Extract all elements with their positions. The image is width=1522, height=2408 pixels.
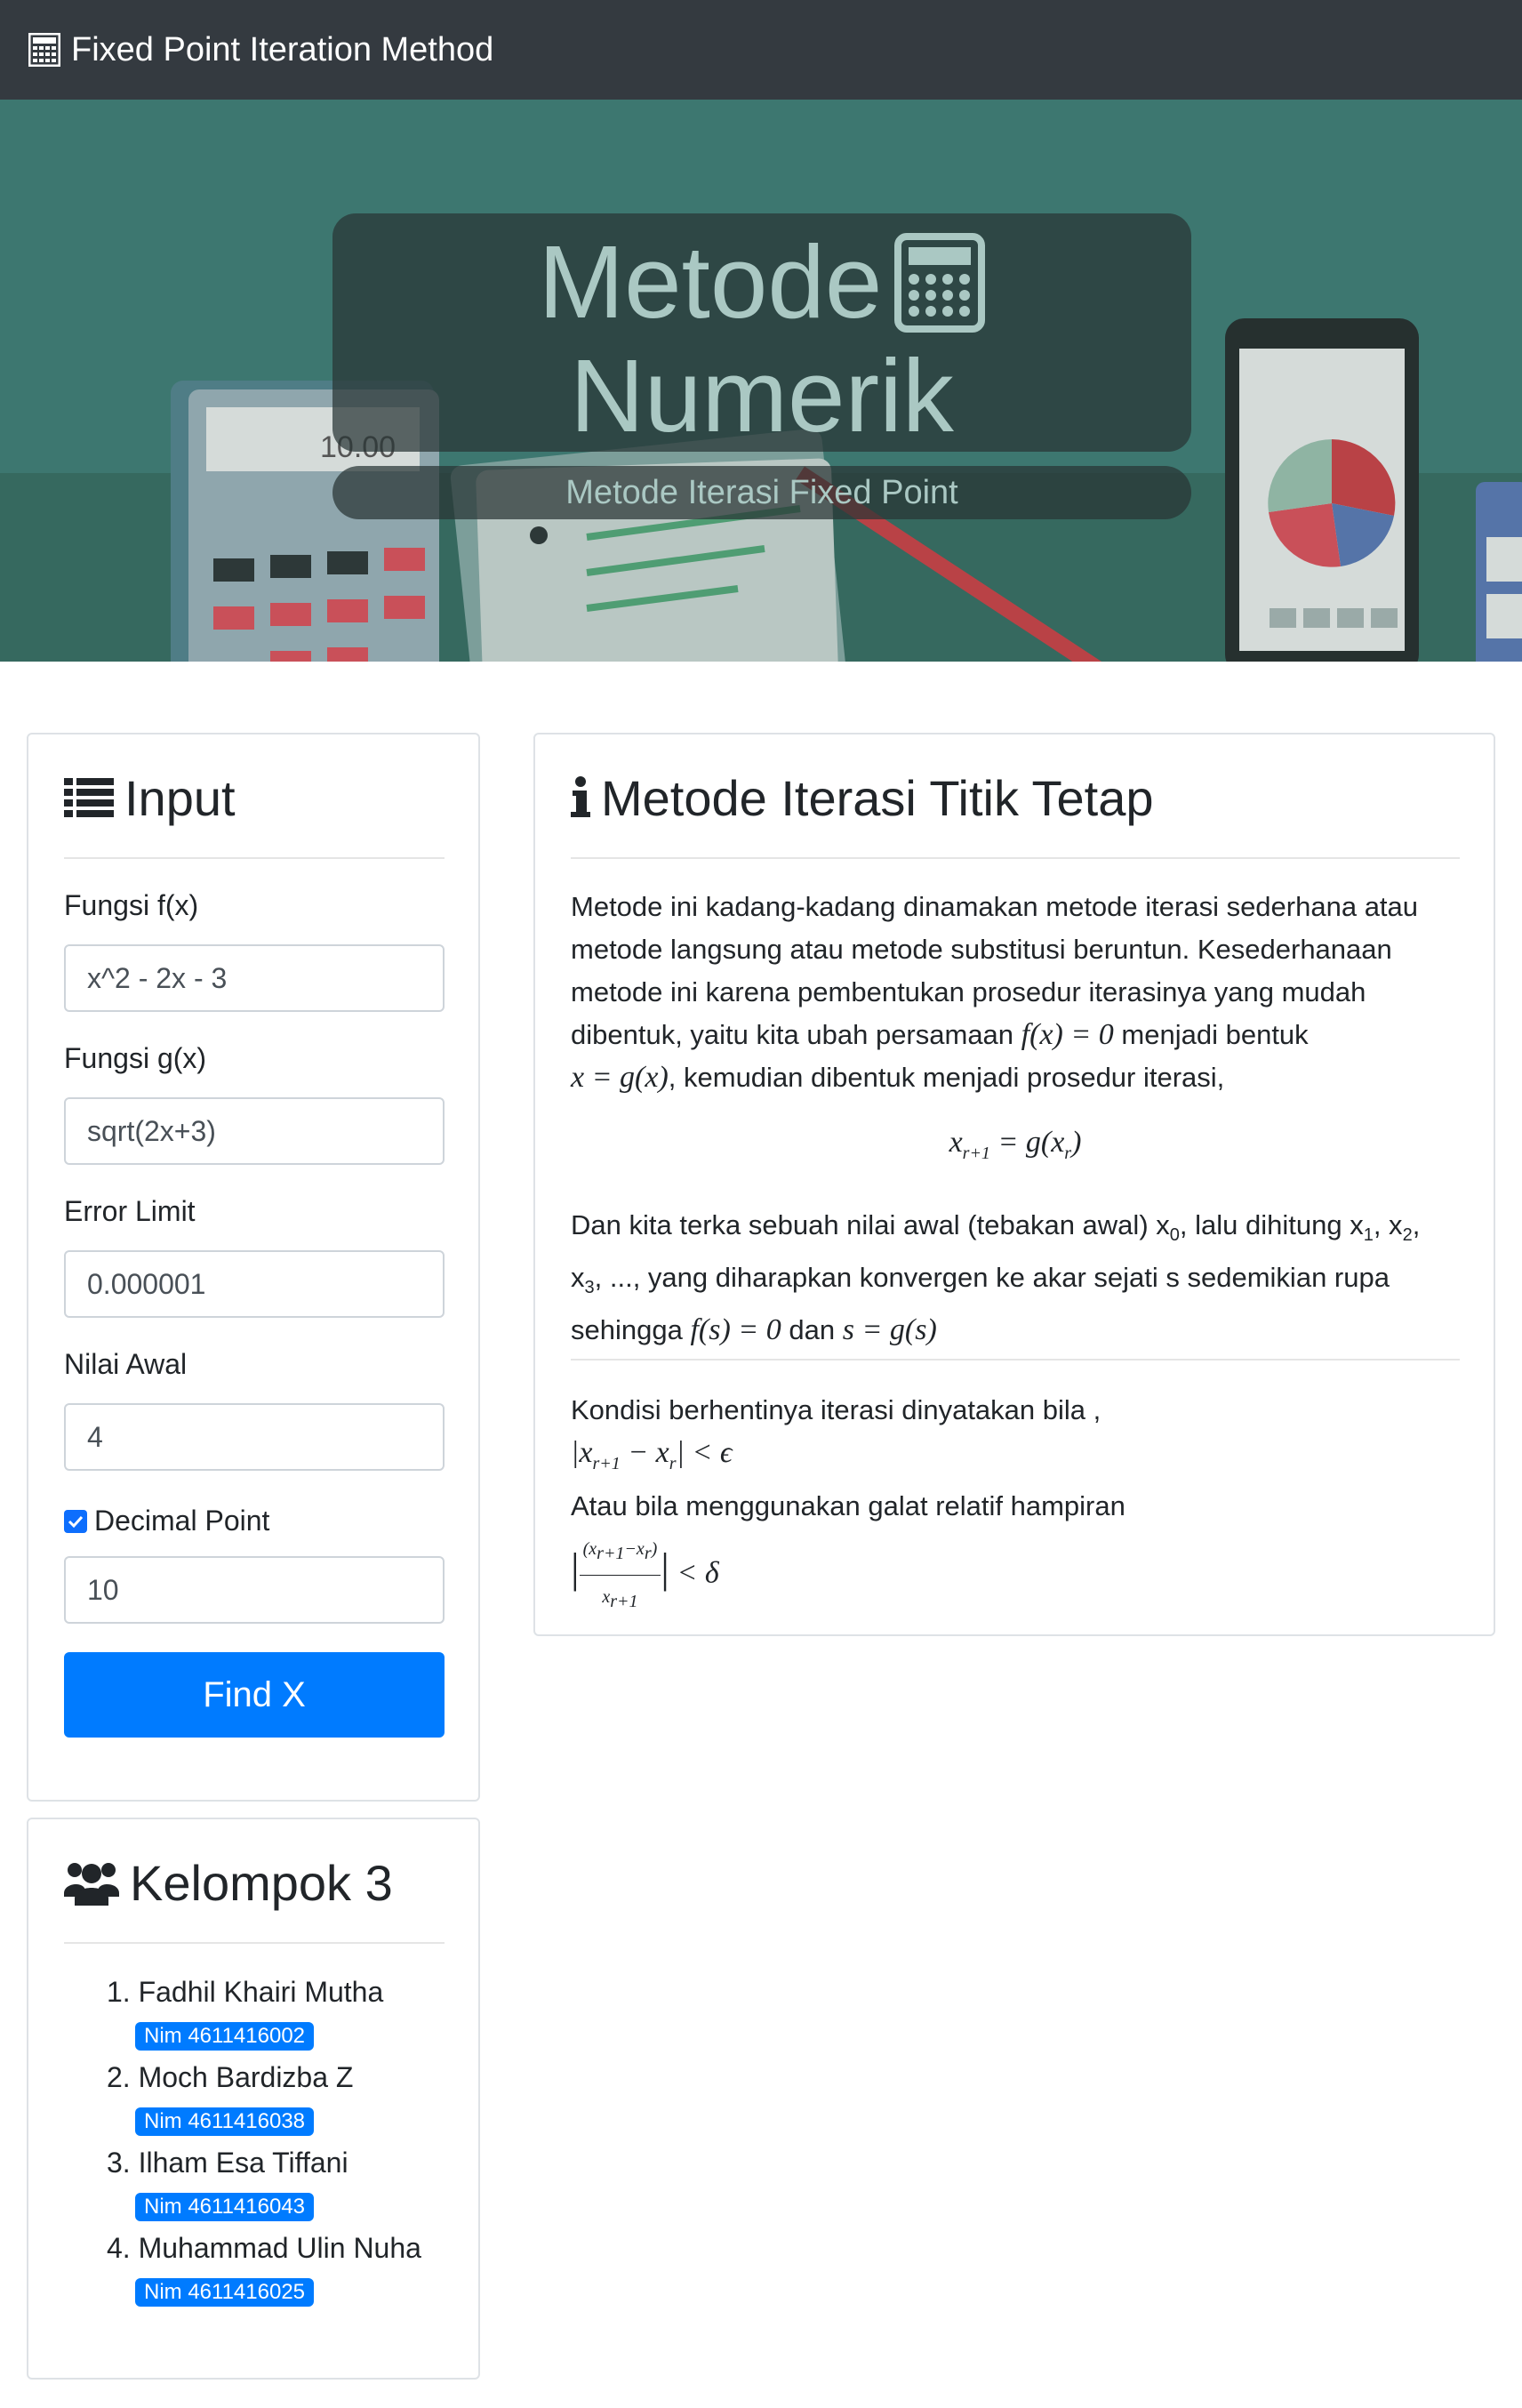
hero-title: Metode: [332, 224, 1191, 340]
nim-badge: Nim 4611416043: [135, 2193, 315, 2221]
text: sehingga: [571, 1314, 683, 1346]
hero-title-box: Metode Numerik: [332, 213, 1191, 454]
divider: [571, 1359, 1460, 1361]
calculator-icon: [894, 233, 986, 333]
divider: [64, 1942, 445, 1944]
fx-label: Fungsi f(x): [64, 889, 199, 921]
relative-error-formula: | (xr+1−xr) xr+1 | < δ: [571, 1528, 1460, 1623]
text: dan: [789, 1314, 836, 1346]
decimal-point-checkbox[interactable]: [64, 1509, 87, 1533]
list-icon: [64, 778, 114, 817]
text: dibentuk, yaitu kita ubah persamaan: [571, 1019, 1014, 1050]
team-card: Kelompok 3 1. Fadhil Khairi Mutha Nim 46…: [27, 1818, 480, 2380]
initial-guess-paragraph: Dan kita terka sebuah nilai awal (tebaka…: [571, 1204, 1460, 1352]
description-line: x3, ..., yang diharapkan konvergen ke ak…: [571, 1262, 1390, 1298]
info-title-text: Metode Iterasi Titik Tetap: [601, 769, 1154, 826]
nim-badge: Nim 4611416038: [135, 2107, 315, 2136]
info-card: Metode Iterasi Titik Tetap Metode ini ka…: [533, 733, 1495, 1636]
gx-input[interactable]: sqrt(2x+3): [64, 1097, 445, 1165]
fx-input[interactable]: x^2 - 2x - 3: [64, 944, 445, 1012]
description-line: metode langsung atau metode substitusi b…: [571, 934, 1392, 965]
team-title-text: Kelompok 3: [130, 1854, 393, 1911]
text: , kemudian dibentuk menjadi prosedur ite…: [668, 1062, 1225, 1093]
decimal-point-input[interactable]: 10: [64, 1556, 445, 1624]
error-limit-label: Error Limit: [64, 1195, 196, 1227]
text: menjadi bentuk: [1121, 1019, 1309, 1050]
error-limit-input[interactable]: 0.000001: [64, 1250, 445, 1318]
find-x-button[interactable]: Find X: [64, 1652, 445, 1738]
math-s-equals-gs: s = g(s): [842, 1313, 937, 1347]
text: , lalu dihitung x: [1179, 1209, 1364, 1240]
absolute-error-formula: |xr+1 − xr| < ϵ: [571, 1436, 733, 1473]
navbar-title: Fixed Point Iteration Method: [71, 30, 494, 68]
initial-value-input[interactable]: 4: [64, 1403, 445, 1471]
input-card: Input Fungsi f(x) x^2 - 2x - 3 Fungsi g(…: [27, 733, 480, 1802]
member-name: 1. Fadhil Khairi Mutha: [107, 1976, 384, 2008]
text: , ..., yang diharapkan konvergen ke akar…: [594, 1262, 1390, 1294]
hero-subtitle: Metode Iterasi Fixed Point: [332, 466, 1191, 519]
gx-label: Fungsi g(x): [64, 1042, 207, 1074]
nim-badge: Nim 4611416002: [135, 2022, 315, 2051]
description-line: x = g(x), kemudian dibentuk menjadi pros…: [571, 1056, 1460, 1099]
calculator-icon: [28, 33, 60, 67]
member-name: 2. Moch Bardizba Z: [107, 2061, 354, 2093]
users-icon: [64, 1863, 119, 1906]
hero-title-line1: Metode: [538, 224, 883, 340]
navbar-brand[interactable]: Fixed Point Iteration Method: [28, 31, 493, 69]
input-card-title: Input: [64, 767, 236, 829]
navbar: Fixed Point Iteration Method: [0, 0, 1522, 100]
description-paragraph: Metode ini kadang-kadang dinamakan metod…: [571, 886, 1460, 1099]
info-icon: [571, 776, 590, 817]
iteration-formula: xr+1 = g(xr): [949, 1126, 1082, 1163]
member-name: 3. Ilham Esa Tiffani: [107, 2147, 348, 2179]
description-line: dibentuk, yaitu kita ubah persamaan f(x)…: [571, 1014, 1460, 1056]
team-card-title: Kelompok 3: [64, 1851, 393, 1914]
relative-error-text: Atau bila menggunakan galat relatif hamp…: [571, 1489, 1125, 1521]
nim-badge: Nim 4611416025: [135, 2278, 315, 2307]
description-line: metode ini karena pembentukan prosedur i…: [571, 976, 1366, 1007]
math-fx-zero: f(x) = 0: [1021, 1018, 1114, 1051]
info-card-title: Metode Iterasi Titik Tetap: [571, 767, 1154, 829]
text: Dan kita terka sebuah nilai awal (tebaka…: [571, 1209, 1170, 1240]
description-line: Dan kita terka sebuah nilai awal (tebaka…: [571, 1209, 1421, 1246]
stop-condition-text: Kondisi berhentinya iterasi dinyatakan b…: [571, 1394, 1101, 1425]
member-name: 4. Muhammad Ulin Nuha: [107, 2232, 421, 2264]
math-fs-zero: f(s) = 0: [690, 1313, 781, 1347]
input-title-text: Input: [124, 769, 236, 826]
decimal-point-label: Decimal Point: [94, 1505, 270, 1537]
hero-title-line2: Numerik: [570, 338, 954, 454]
description-line: Metode ini kadang-kadang dinamakan metod…: [571, 891, 1419, 922]
divider: [571, 857, 1460, 859]
check-icon: [68, 1515, 84, 1528]
decimal-point-row: Decimal Point: [64, 1505, 269, 1537]
hero-banner: 10.00: [0, 100, 1522, 662]
description-line: sehingga f(s) = 0 dan s = g(s): [571, 1309, 1460, 1352]
divider: [64, 857, 445, 859]
initial-value-label: Nilai Awal: [64, 1348, 188, 1380]
stop-condition-paragraph: Kondisi berhentinya iterasi dinyatakan b…: [571, 1389, 1460, 1623]
math-x-equals-gx: x = g(x): [571, 1061, 669, 1094]
